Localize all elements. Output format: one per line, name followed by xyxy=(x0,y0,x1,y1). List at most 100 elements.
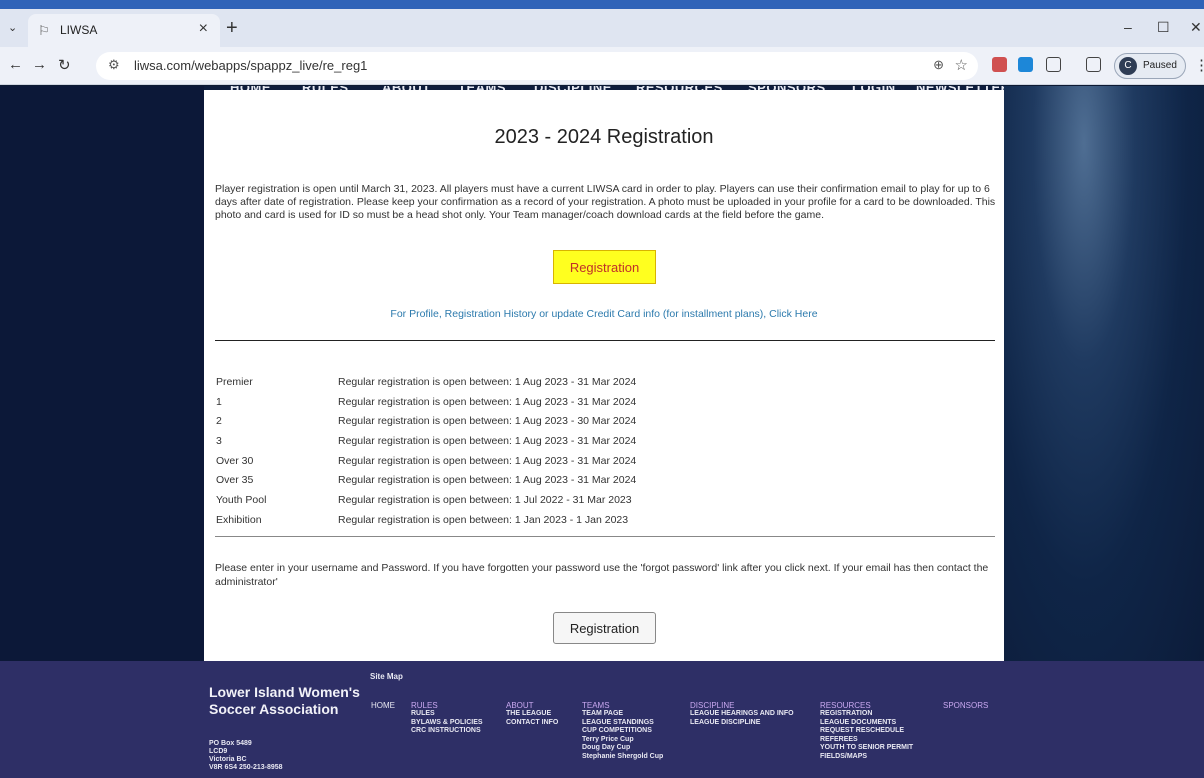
division-name: Exhibition xyxy=(216,513,262,526)
extensions-puzzle-icon[interactable] xyxy=(1046,57,1061,72)
address-url[interactable]: liwsa.com/webapps/spappz_live/re_reg1 xyxy=(134,58,367,73)
address-line: LCD9 xyxy=(209,748,228,755)
footer-link[interactable]: THE LEAGUE xyxy=(506,710,558,719)
footer-col-resources: RESOURCES REGISTRATION LEAGUE DOCUMENTS … xyxy=(820,701,913,761)
profile-button[interactable]: C Paused xyxy=(1114,53,1186,79)
table-row: 2 Regular registration is open between: … xyxy=(216,412,976,432)
table-row: Premier Regular registration is open bet… xyxy=(216,373,976,393)
org-address: PO Box 5489 LCD9 Victoria BC V8R 6S4 250… xyxy=(209,740,283,772)
footer-col-about: ABOUT THE LEAGUE CONTACT INFO xyxy=(506,701,558,727)
minimize-icon[interactable]: – xyxy=(1124,19,1132,35)
registration-next-button[interactable]: Registration xyxy=(553,612,656,644)
division-table: Premier Regular registration is open bet… xyxy=(216,373,976,531)
site-favicon-icon: ⚐ xyxy=(38,23,50,38)
table-row: Exhibition Regular registration is open … xyxy=(216,511,976,531)
footer-link[interactable]: Stephanie Shergold Cup xyxy=(582,753,663,762)
footer-col-home: HOME xyxy=(371,701,395,710)
division-name: 1 xyxy=(216,395,222,408)
sitemap-heading: Site Map xyxy=(370,672,403,681)
content-panel: 2023 - 2024 Registration Player registra… xyxy=(204,90,1004,661)
address-bar[interactable]: ⚙ liwsa.com/webapps/spappz_live/re_reg1 … xyxy=(96,52,978,80)
maximize-icon[interactable]: ☐ xyxy=(1157,19,1170,36)
footer-link[interactable]: LEAGUE DISCIPLINE xyxy=(690,719,794,728)
division-dates: Regular registration is open between: 1 … xyxy=(338,376,637,388)
footer-link-home[interactable]: HOME xyxy=(371,701,395,710)
browser-tab[interactable]: ⚐ LIWSA × xyxy=(28,14,220,47)
tab-search-chevron-icon[interactable]: ⌄ xyxy=(8,21,17,34)
bookmark-star-icon[interactable]: ☆ xyxy=(955,56,968,74)
footer-heading-sponsors[interactable]: SPONSORS xyxy=(943,701,988,710)
footer-link[interactable]: YOUTH TO SENIOR PERMIT xyxy=(820,744,913,753)
footer-link[interactable]: REGISTRATION xyxy=(820,710,913,719)
org-name: Lower Island Women's Soccer Association xyxy=(209,684,360,717)
footer-link[interactable]: LEAGUE STANDINGS xyxy=(582,719,663,728)
site-info-icon[interactable]: ⚙ xyxy=(108,57,120,73)
footer-link[interactable]: CRC INSTRUCTIONS xyxy=(411,727,483,736)
close-window-icon[interactable]: ✕ xyxy=(1190,19,1202,36)
page-title: 2023 - 2024 Registration xyxy=(494,126,714,148)
registration-intro: Player registration is open until March … xyxy=(215,183,996,221)
table-row: Over 30 Regular registration is open bet… xyxy=(216,452,976,472)
division-dates: Regular registration is open between: 1 … xyxy=(338,435,637,448)
footer-link[interactable]: REQUEST RESCHEDULE xyxy=(820,727,913,736)
zoom-icon[interactable]: ⊕ xyxy=(933,57,944,73)
table-row: Youth Pool Regular registration is open … xyxy=(216,491,976,511)
page-viewport: HOME RULES ABOUT TEAMS DISCIPLINE RESOUR… xyxy=(0,86,1204,778)
table-row: 1 Regular registration is open between: … xyxy=(216,393,976,413)
footer-link[interactable]: RULES xyxy=(411,710,483,719)
site-footer: Site Map Lower Island Women's Soccer Ass… xyxy=(0,661,1204,778)
profile-history-link[interactable]: For Profile, Registration History or upd… xyxy=(204,308,1004,320)
division-dates: Regular registration is open between: 1 … xyxy=(338,494,632,507)
footer-heading-resources[interactable]: RESOURCES xyxy=(820,701,913,710)
side-panel-icon[interactable] xyxy=(1086,57,1101,72)
divider xyxy=(215,536,995,537)
division-name: Premier xyxy=(216,376,253,388)
browser-toolbar: ← → ↻ ⚙ liwsa.com/webapps/spappz_live/re… xyxy=(0,47,1204,85)
extension-pocket-icon[interactable] xyxy=(992,57,1007,72)
window-top-strip xyxy=(0,0,1204,9)
footer-col-teams: TEAMS TEAM PAGE LEAGUE STANDINGS CUP COM… xyxy=(582,701,663,761)
address-line: PO Box 5489 xyxy=(209,740,252,747)
footer-col-discipline: DISCIPLINE LEAGUE HEARINGS AND INFO LEAG… xyxy=(690,701,794,727)
avatar: C xyxy=(1119,57,1137,75)
footer-link[interactable]: LEAGUE HEARINGS AND INFO xyxy=(690,710,794,719)
login-instructions: Please enter in your username and Passwo… xyxy=(215,562,989,588)
address-line: V8R 6S4 250-213-8958 xyxy=(209,764,283,771)
footer-link[interactable]: TEAM PAGE xyxy=(582,710,663,719)
address-line: Victoria BC xyxy=(209,756,247,763)
footer-heading-about[interactable]: ABOUT xyxy=(506,701,558,710)
footer-link[interactable]: LEAGUE DOCUMENTS xyxy=(820,719,913,728)
footer-heading-rules[interactable]: RULES xyxy=(411,701,483,710)
footer-link[interactable]: FIELDS/MAPS xyxy=(820,753,913,762)
registration-button[interactable]: Registration xyxy=(553,250,656,284)
division-name: Youth Pool xyxy=(216,494,267,507)
new-tab-plus-icon[interactable]: + xyxy=(226,17,238,40)
division-dates: Regular registration is open between: 1 … xyxy=(338,415,637,428)
division-name: 2 xyxy=(216,415,222,428)
footer-link[interactable]: BYLAWS & POLICIES xyxy=(411,719,483,728)
division-name: Over 35 xyxy=(216,474,254,487)
tab-close-icon[interactable]: × xyxy=(199,20,208,38)
footer-link[interactable]: Doug Day Cup xyxy=(582,744,663,753)
division-dates: Regular registration is open between: 1 … xyxy=(338,454,637,467)
footer-heading-discipline[interactable]: DISCIPLINE xyxy=(690,701,794,710)
back-arrow-icon[interactable]: ← xyxy=(8,56,23,73)
background-left xyxy=(0,86,204,661)
table-row: 3 Regular registration is open between: … xyxy=(216,432,976,452)
tab-title: LIWSA xyxy=(60,23,98,37)
division-name: Over 30 xyxy=(216,454,254,467)
profile-status: Paused xyxy=(1143,60,1177,71)
footer-link[interactable]: Terry Price Cup xyxy=(582,736,663,745)
forward-arrow-icon[interactable]: → xyxy=(32,56,47,73)
browser-menu-icon[interactable]: ⋮ xyxy=(1194,56,1204,74)
division-dates: Regular registration is open between: 1 … xyxy=(338,474,637,487)
footer-link[interactable]: CUP COMPETITIONS xyxy=(582,727,663,736)
footer-col-sponsors: SPONSORS xyxy=(943,701,988,710)
division-dates: Regular registration is open between: 1 … xyxy=(338,513,629,526)
division-name: 3 xyxy=(216,435,222,448)
footer-link[interactable]: REFEREES xyxy=(820,736,913,745)
extension-outlook-icon[interactable] xyxy=(1018,57,1033,72)
footer-link[interactable]: CONTACT INFO xyxy=(506,719,558,728)
reload-icon[interactable]: ↻ xyxy=(58,56,71,74)
footer-heading-teams[interactable]: TEAMS xyxy=(582,701,663,710)
